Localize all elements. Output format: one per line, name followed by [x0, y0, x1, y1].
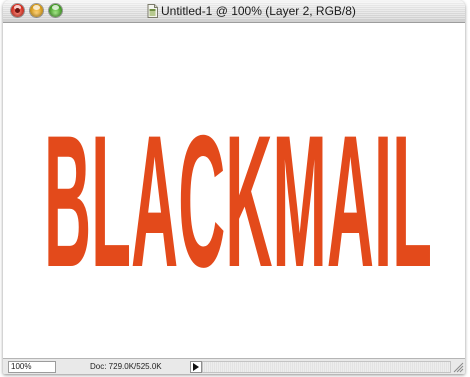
minimize-button[interactable] — [30, 4, 43, 17]
status-bar: 100% Doc: 729.0K/525.0K — [3, 358, 465, 374]
image-canvas[interactable]: BLACKMAIL — [3, 23, 465, 359]
window-title-group: Untitled-1 @ 100% (Layer 2, RGB/8) — [147, 3, 356, 19]
headline-text: BLACKMAIL — [44, 118, 432, 270]
document-window: Untitled-1 @ 100% (Layer 2, RGB/8) BLACK… — [3, 0, 465, 374]
window-title: Untitled-1 @ 100% (Layer 2, RGB/8) — [161, 4, 356, 18]
document-size-info: Doc: 729.0K/525.0K — [90, 362, 162, 371]
document-proxy-icon[interactable] — [147, 4, 158, 18]
horizontal-scrollbar[interactable] — [202, 361, 451, 373]
title-bar[interactable]: Untitled-1 @ 100% (Layer 2, RGB/8) — [3, 0, 465, 23]
headline-label: BLACKMAIL — [44, 118, 432, 270]
zoom-button[interactable] — [49, 4, 62, 17]
triangle-right-icon — [193, 363, 199, 371]
resize-grip-icon[interactable] — [453, 362, 464, 373]
close-icon — [15, 8, 20, 13]
status-menu-button[interactable] — [190, 361, 202, 373]
close-button[interactable] — [11, 4, 24, 17]
zoom-level-field[interactable]: 100% — [8, 361, 56, 373]
